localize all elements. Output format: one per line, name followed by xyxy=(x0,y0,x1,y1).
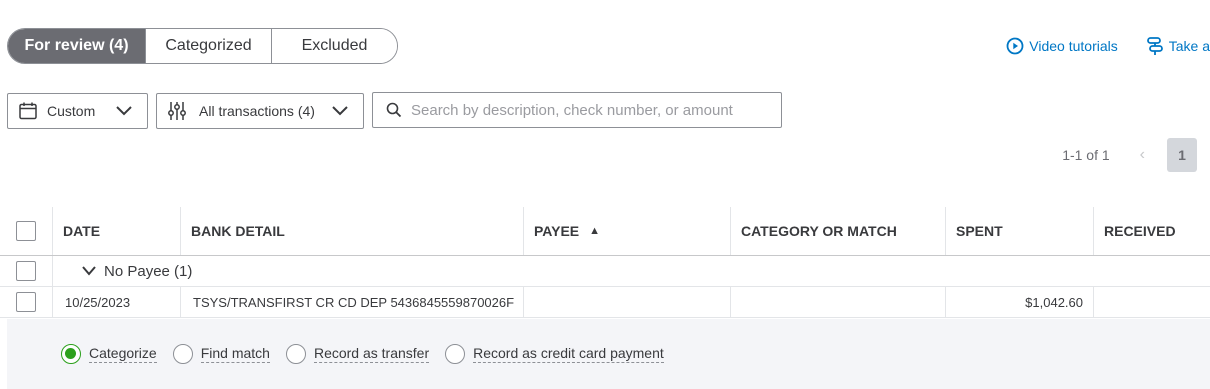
record-transfer-option[interactable]: Record as transfer xyxy=(285,344,430,364)
categorize-option[interactable]: Categorize xyxy=(61,344,157,364)
record-transfer-label: Record as transfer xyxy=(313,345,430,363)
sliders-icon xyxy=(168,102,186,120)
video-tutorials-link[interactable]: Video tutorials xyxy=(1006,37,1118,55)
date-filter-dropdown[interactable]: Custom xyxy=(7,93,148,129)
transactions-filter-label: All transactions (4) xyxy=(199,103,315,119)
categorize-radio[interactable] xyxy=(61,344,81,364)
table-row[interactable]: 10/25/2023 TSYS/TRANSFIRST CR CD DEP 543… xyxy=(0,287,1210,318)
sort-ascending-icon: ▲ xyxy=(589,225,601,237)
row-checkbox[interactable] xyxy=(16,292,36,312)
tab-for-review[interactable]: For review (4) xyxy=(8,29,146,63)
column-header-received[interactable]: RECEIVED xyxy=(1094,207,1210,255)
calendar-icon xyxy=(19,102,37,120)
cell-spent: $1,042.60 xyxy=(946,287,1094,317)
record-transfer-radio[interactable] xyxy=(285,344,306,364)
tab-categorized[interactable]: Categorized xyxy=(146,29,272,63)
review-tabs: For review (4) Categorized Excluded xyxy=(7,28,398,64)
cell-payee[interactable] xyxy=(524,287,731,317)
top-links: Video tutorials Take a xyxy=(1006,36,1210,56)
find-match-radio[interactable] xyxy=(172,344,193,364)
column-header-date[interactable]: DATE xyxy=(53,207,181,255)
row-select-cell xyxy=(0,287,53,317)
pagination: 1-1 of 1 ‹ 1 xyxy=(1062,138,1197,172)
select-all-cell xyxy=(0,207,53,255)
find-match-label: Find match xyxy=(200,345,270,363)
chevron-down-icon xyxy=(332,106,348,116)
transactions-table: DATE BANK DETAIL PAYEE ▲ CATEGORY OR MAT… xyxy=(0,207,1210,318)
search-box xyxy=(372,92,782,128)
take-tour-link[interactable]: Take a xyxy=(1146,36,1210,56)
page-range: 1-1 of 1 xyxy=(1062,147,1110,163)
cell-received xyxy=(1094,287,1210,317)
transactions-filter-dropdown[interactable]: All transactions (4) xyxy=(156,93,364,129)
cell-bank-detail: TSYS/TRANSFIRST CR CD DEP 54368455598700… xyxy=(181,287,524,317)
cell-date: 10/25/2023 xyxy=(53,287,181,317)
play-circle-icon xyxy=(1006,37,1024,55)
payee-header-label: PAYEE xyxy=(534,223,580,239)
record-credit-card-payment-label: Record as credit card payment xyxy=(473,345,664,363)
group-checkbox[interactable] xyxy=(16,261,36,281)
date-filter-label: Custom xyxy=(47,103,96,119)
table-header: DATE BANK DETAIL PAYEE ▲ CATEGORY OR MAT… xyxy=(0,207,1210,256)
column-header-bank-detail[interactable]: BANK DETAIL xyxy=(181,207,524,255)
group-toggle[interactable]: No Payee (1) xyxy=(53,263,192,280)
categorize-label: Categorize xyxy=(89,345,157,363)
column-header-category[interactable]: CATEGORY OR MATCH xyxy=(731,207,946,255)
select-all-checkbox[interactable] xyxy=(16,221,36,241)
group-label: No Payee (1) xyxy=(104,262,193,280)
chevron-down-icon xyxy=(82,266,96,276)
group-row: No Payee (1) xyxy=(0,256,1210,287)
record-credit-card-payment-radio[interactable] xyxy=(445,344,466,364)
video-tutorials-label: Video tutorials xyxy=(1029,38,1118,54)
chevron-down-icon xyxy=(116,106,132,116)
current-page-button[interactable]: 1 xyxy=(1167,138,1197,172)
cell-category[interactable] xyxy=(731,287,946,317)
tour-signpost-icon xyxy=(1146,37,1163,55)
record-credit-card-payment-option[interactable]: Record as credit card payment xyxy=(445,344,664,364)
tab-excluded[interactable]: Excluded xyxy=(272,29,397,63)
find-match-option[interactable]: Find match xyxy=(172,344,270,364)
search-icon xyxy=(386,102,402,118)
search-input[interactable] xyxy=(411,101,771,119)
take-tour-label: Take a xyxy=(1168,38,1210,54)
group-select-cell xyxy=(0,256,53,286)
column-header-payee[interactable]: PAYEE ▲ xyxy=(524,207,731,255)
previous-page-button[interactable]: ‹ xyxy=(1140,146,1145,164)
column-header-spent[interactable]: SPENT xyxy=(946,207,1094,255)
transaction-action-panel: Categorize Find match Record as transfer… xyxy=(7,319,1210,389)
